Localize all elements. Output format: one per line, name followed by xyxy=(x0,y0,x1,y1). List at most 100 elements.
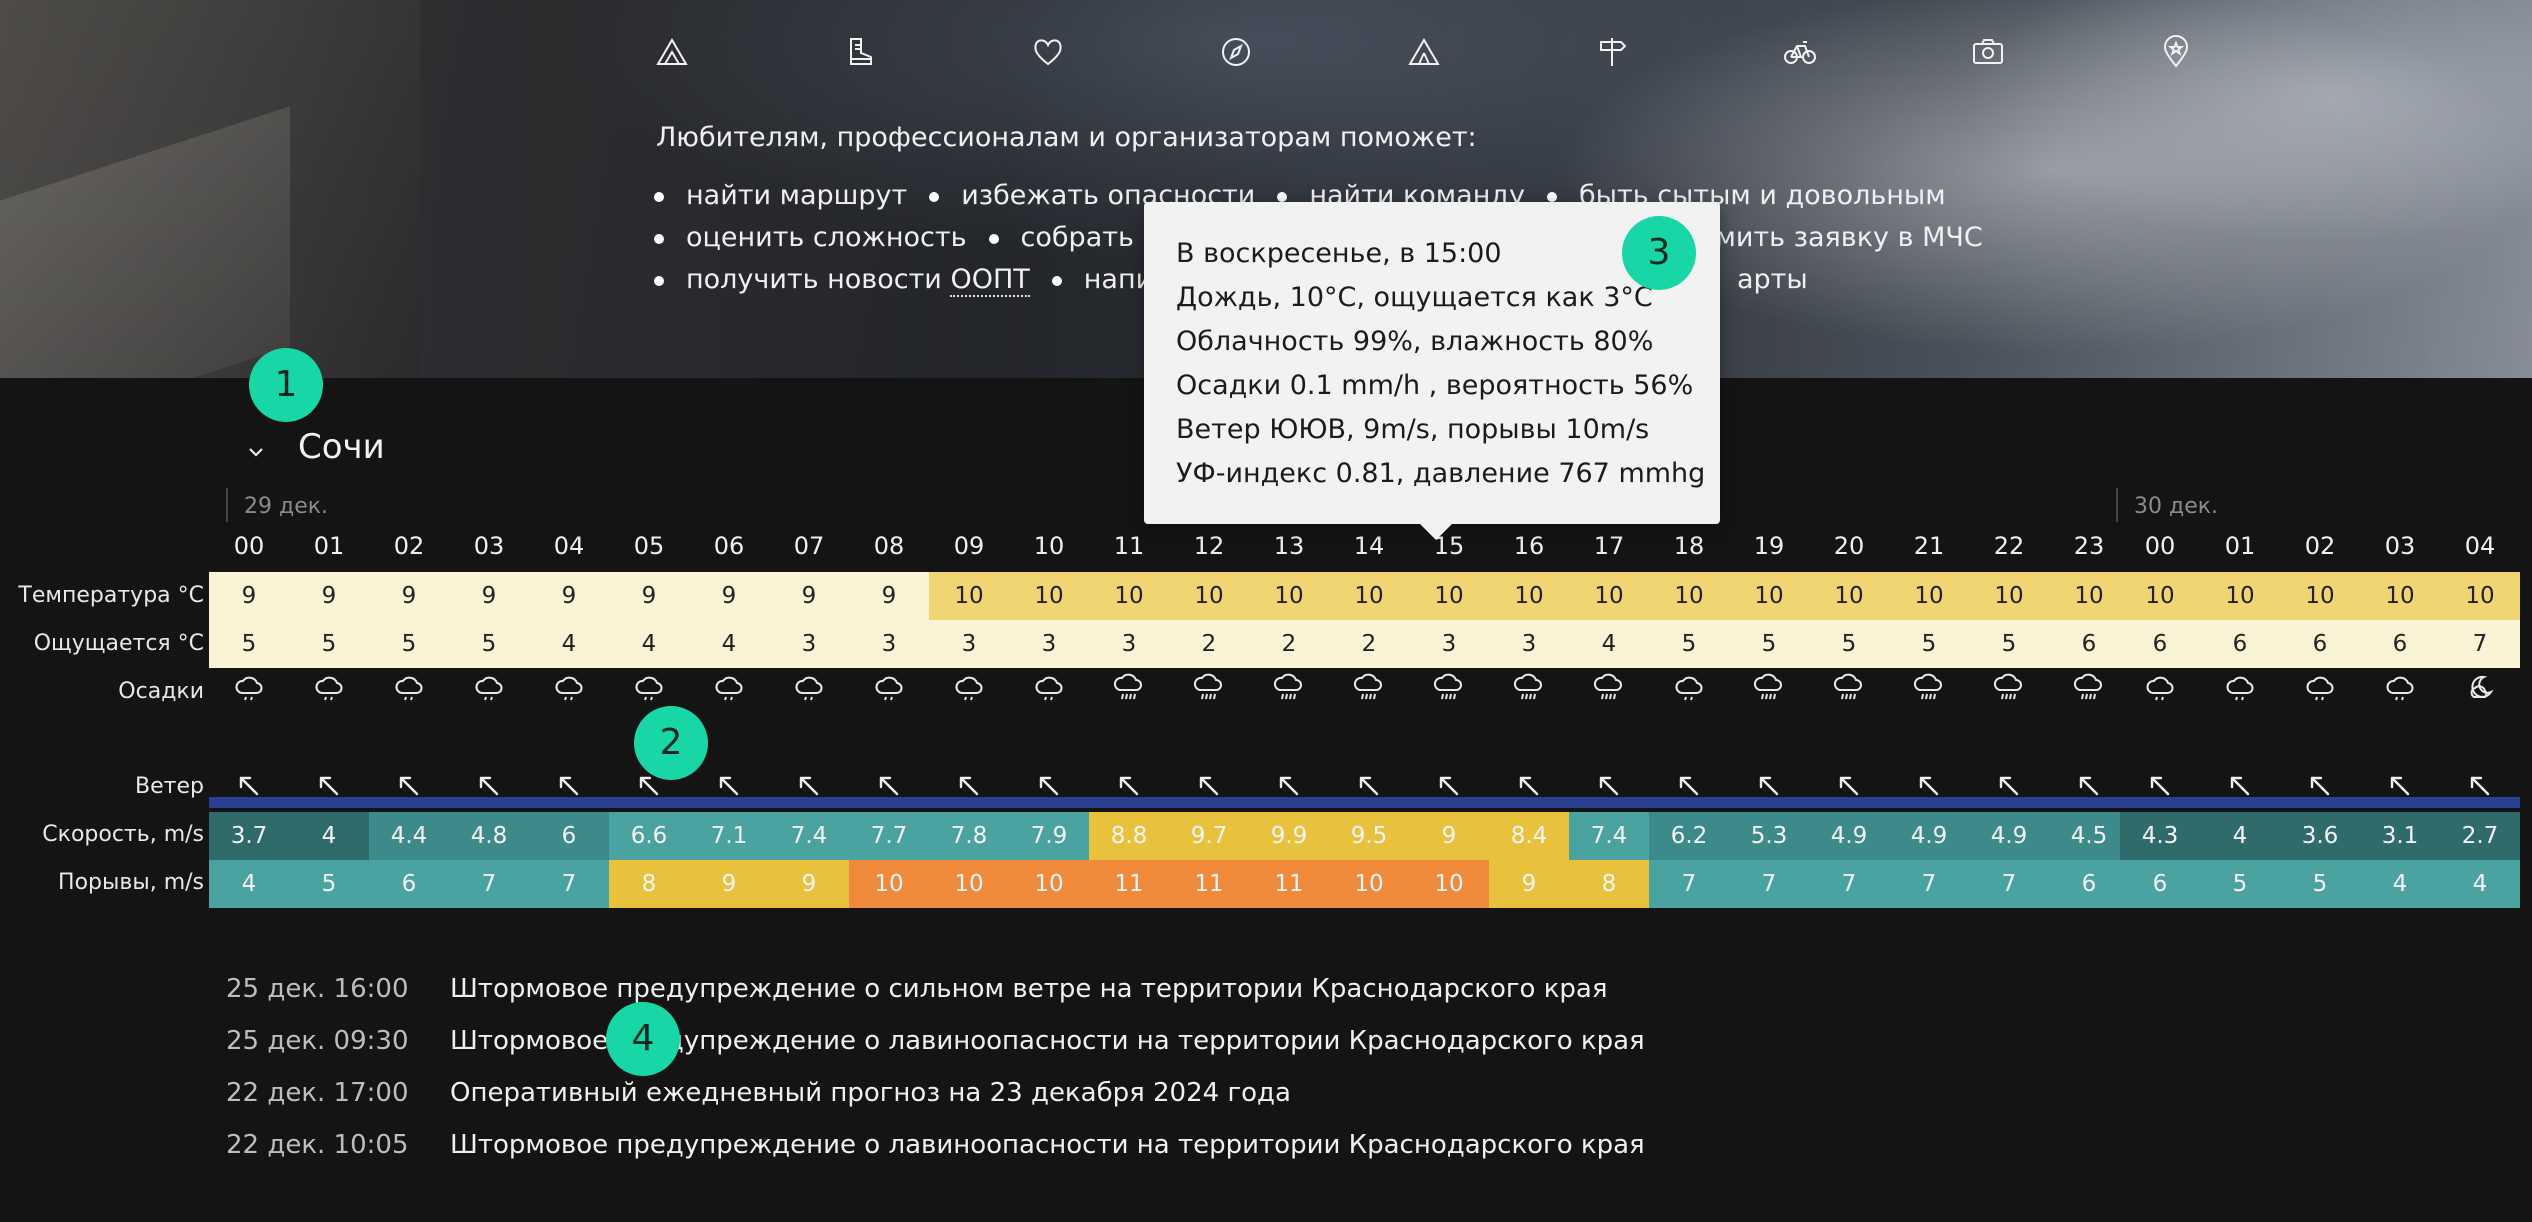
temperature-cell[interactable]: 9 xyxy=(209,572,289,620)
feels-cell[interactable]: 3 xyxy=(929,620,1009,668)
temperature-cell[interactable]: 10 xyxy=(2049,572,2129,620)
wind-speed-cell[interactable]: 4.9 xyxy=(1889,812,1969,860)
temperature-cell[interactable]: 9 xyxy=(769,572,849,620)
feels-cell[interactable]: 2 xyxy=(1329,620,1409,668)
temperature-cell[interactable]: 10 xyxy=(2120,572,2200,620)
hour-label[interactable]: 03 xyxy=(449,532,529,560)
temperature-cell[interactable]: 10 xyxy=(929,572,1009,620)
temperature-cell[interactable]: 9 xyxy=(529,572,609,620)
hour-label[interactable]: 09 xyxy=(929,532,1009,560)
hour-label[interactable]: 22 xyxy=(1969,532,2049,560)
temperature-cell[interactable]: 10 xyxy=(1169,572,1249,620)
wind-gust-cell[interactable]: 8 xyxy=(1569,860,1649,908)
wind-gust-cell[interactable]: 7 xyxy=(1649,860,1729,908)
feels-cell[interactable]: 6 xyxy=(2360,620,2440,668)
hour-label[interactable]: 02 xyxy=(2280,532,2360,560)
hour-label[interactable]: 20 xyxy=(1809,532,1889,560)
wind-speed-cell[interactable]: 8.8 xyxy=(1089,812,1169,860)
hour-label[interactable]: 14 xyxy=(1329,532,1409,560)
wind-gust-cell[interactable]: 7 xyxy=(1889,860,1969,908)
wind-gust-cell[interactable]: 7 xyxy=(449,860,529,908)
temperature-cell[interactable]: 10 xyxy=(1649,572,1729,620)
temperature-cell[interactable]: 10 xyxy=(1569,572,1649,620)
wind-gust-cell[interactable]: 6 xyxy=(2049,860,2129,908)
hour-label[interactable]: 13 xyxy=(1249,532,1329,560)
hour-label[interactable]: 21 xyxy=(1889,532,1969,560)
feels-cell[interactable]: 6 xyxy=(2280,620,2360,668)
map-pin-icon[interactable] xyxy=(2159,35,2199,75)
feels-cell[interactable]: 6 xyxy=(2200,620,2280,668)
temperature-cell[interactable]: 9 xyxy=(449,572,529,620)
wind-speed-cell[interactable]: 4.3 xyxy=(2120,812,2200,860)
oopt-link[interactable]: ООПТ xyxy=(950,264,1030,297)
temperature-cell[interactable]: 9 xyxy=(369,572,449,620)
wind-speed-cell[interactable]: 4.9 xyxy=(1969,812,2049,860)
bullet-item[interactable]: омить заявку в МЧС xyxy=(1699,222,1983,253)
temperature-cell[interactable]: 10 xyxy=(2360,572,2440,620)
wind-gust-cell[interactable]: 9 xyxy=(1489,860,1569,908)
bullet-item[interactable]: оценить сложность xyxy=(686,222,967,253)
feels-cell[interactable]: 4 xyxy=(1569,620,1649,668)
feels-cell[interactable]: 2 xyxy=(1249,620,1329,668)
hour-label[interactable]: 12 xyxy=(1169,532,1249,560)
wind-speed-cell[interactable]: 6.2 xyxy=(1649,812,1729,860)
hour-label[interactable]: 05 xyxy=(609,532,689,560)
wind-gust-cell[interactable]: 10 xyxy=(1329,860,1409,908)
temperature-cell[interactable]: 9 xyxy=(689,572,769,620)
warning-item[interactable]: 22 дек. 17:00 Оперативный ежедневный прог… xyxy=(226,1078,1291,1108)
warning-text[interactable]: Оперативный ежедневный прогноз на 23 дек… xyxy=(450,1078,1291,1108)
bicycle-icon[interactable] xyxy=(1783,35,1823,75)
wind-speed-cell[interactable]: 8.4 xyxy=(1489,812,1569,860)
wind-speed-cell[interactable]: 9.9 xyxy=(1249,812,1329,860)
wind-speed-cell[interactable]: 7.8 xyxy=(929,812,1009,860)
temperature-cell[interactable]: 10 xyxy=(1889,572,1969,620)
wind-gust-cell[interactable]: 7 xyxy=(1969,860,2049,908)
camera-icon[interactable] xyxy=(1971,35,2011,75)
warning-text[interactable]: Штормовое предупреждение о лавиноопаснос… xyxy=(450,1130,1645,1160)
hour-label[interactable]: 17 xyxy=(1569,532,1649,560)
wind-gust-cell[interactable]: 9 xyxy=(689,860,769,908)
warning-item[interactable]: 22 дек. 10:05 Штормовое предупреждение о … xyxy=(226,1130,1645,1160)
wind-speed-cell[interactable]: 4.8 xyxy=(449,812,529,860)
wind-speed-cell[interactable]: 7.1 xyxy=(689,812,769,860)
bullet-item[interactable]: найти маршрут xyxy=(686,180,907,211)
wind-speed-cell[interactable]: 4 xyxy=(2200,812,2280,860)
feels-cell[interactable]: 3 xyxy=(1089,620,1169,668)
wind-gust-cell[interactable]: 5 xyxy=(2280,860,2360,908)
hour-label[interactable]: 18 xyxy=(1649,532,1729,560)
temperature-cell[interactable]: 9 xyxy=(609,572,689,620)
warning-item[interactable]: 25 дек. 16:00 Штормовое предупреждение о … xyxy=(226,974,1608,1004)
hour-label[interactable]: 02 xyxy=(369,532,449,560)
hour-label[interactable]: 23 xyxy=(2049,532,2129,560)
feels-cell[interactable]: 5 xyxy=(1649,620,1729,668)
wind-gust-cell[interactable]: 8 xyxy=(609,860,689,908)
city-title[interactable]: Сочи xyxy=(298,427,385,467)
wind-gust-cell[interactable]: 6 xyxy=(369,860,449,908)
wind-gust-cell[interactable]: 10 xyxy=(1009,860,1089,908)
tent-icon[interactable] xyxy=(1407,35,1447,75)
hour-label[interactable]: 00 xyxy=(2120,532,2200,560)
temperature-cell[interactable]: 10 xyxy=(2440,572,2520,620)
feels-cell[interactable]: 5 xyxy=(449,620,529,668)
wind-speed-cell[interactable]: 2.7 xyxy=(2440,812,2520,860)
heart-icon[interactable] xyxy=(1031,35,1071,75)
feels-cell[interactable]: 5 xyxy=(1729,620,1809,668)
temperature-cell[interactable]: 9 xyxy=(849,572,929,620)
wind-gust-cell[interactable]: 10 xyxy=(929,860,1009,908)
wind-gust-cell[interactable]: 5 xyxy=(2200,860,2280,908)
wind-speed-cell[interactable]: 6.6 xyxy=(609,812,689,860)
feels-cell[interactable]: 6 xyxy=(2120,620,2200,668)
hour-label[interactable]: 11 xyxy=(1089,532,1169,560)
feels-cell[interactable]: 5 xyxy=(289,620,369,668)
hour-label[interactable]: 08 xyxy=(849,532,929,560)
feels-cell[interactable]: 5 xyxy=(209,620,289,668)
feels-cell[interactable]: 5 xyxy=(1969,620,2049,668)
wind-gust-cell[interactable]: 10 xyxy=(1409,860,1489,908)
feels-cell[interactable]: 5 xyxy=(1809,620,1889,668)
warning-item[interactable]: 25 дек. 09:30 Штормовое предупреждение о … xyxy=(226,1026,1645,1056)
temperature-cell[interactable]: 10 xyxy=(1729,572,1809,620)
feels-cell[interactable]: 3 xyxy=(1009,620,1089,668)
temperature-cell[interactable]: 10 xyxy=(1009,572,1089,620)
wind-gust-cell[interactable]: 9 xyxy=(769,860,849,908)
feels-cell[interactable]: 6 xyxy=(2049,620,2129,668)
